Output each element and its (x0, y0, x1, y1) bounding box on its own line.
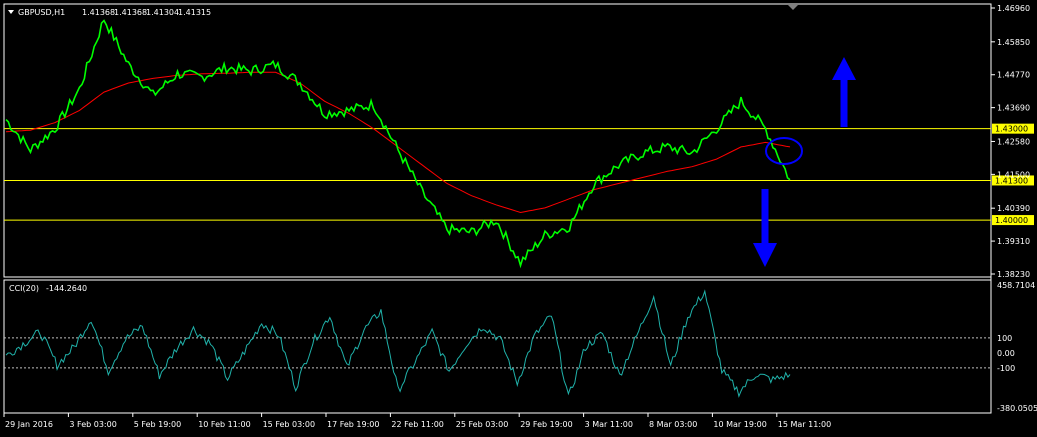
time-tick-label-4: 15 Feb 03:00 (263, 420, 315, 429)
time-tick-label-9: 3 Mar 11:00 (585, 420, 633, 429)
time-tick-label-3: 10 Feb 11:00 (198, 420, 250, 429)
cci-tick-label-0: 458.7104 (997, 281, 1035, 290)
price-tick-label-4: 1.42580 (997, 137, 1030, 146)
price-tick-label-6: 1.40390 (997, 204, 1030, 213)
price-tick-label-3: 1.43690 (997, 104, 1030, 113)
cci-tick-label-2: 0.00 (997, 349, 1015, 358)
time-tick-label-0: 29 Jan 2016 (5, 420, 53, 429)
price-tick-label-2: 1.44770 (997, 71, 1030, 80)
price-tick-label-0: 1.46960 (997, 4, 1030, 13)
chart-menu-arrow-icon[interactable] (8, 10, 14, 14)
price-tick-label-8: 1.38230 (997, 270, 1030, 279)
up-arrow-icon (832, 57, 856, 80)
cci-axis: 458.7104 100 0.00 -100 -380.0505 (997, 281, 1037, 413)
cci-chart-frame (3, 279, 992, 414)
moving-average-line (5, 71, 791, 214)
time-axis: 29 Jan 2016 3 Feb 03:00 5 Feb 19:00 10 Feb … (3, 413, 831, 429)
cci-tick-label-3: -100 (997, 364, 1015, 373)
down-arrow-icon (753, 243, 777, 267)
ohlc-low: 1.41304 (146, 8, 179, 17)
moving-average-path (5, 71, 791, 214)
cci-label: CCI(20) (9, 284, 39, 293)
cci-path (5, 289, 791, 398)
price-axis: 1.430001.413001.400001.469601.458501.447… (991, 4, 1034, 279)
price-line (5, 19, 791, 269)
scroll-shift-marker-icon[interactable] (788, 5, 798, 10)
highlight-circle (765, 137, 803, 165)
level-tag-text-0: 1.43000 (995, 125, 1028, 134)
price-tick-label-1: 1.45850 (997, 38, 1030, 47)
ohlc-high: 1.41368 (114, 8, 147, 17)
cci-tick-label-1: 100 (997, 334, 1012, 343)
ohlc-open: 1.41368 (82, 8, 115, 17)
price-tick-label-7: 1.39310 (997, 237, 1030, 246)
price-path (5, 19, 791, 269)
chart-svg: 1.430001.413001.400001.469601.458501.447… (3, 3, 1037, 429)
main-chart-frame (3, 3, 992, 278)
time-tick-label-6: 22 Feb 11:00 (391, 420, 443, 429)
cci-tick-label-4: -380.0505 (997, 404, 1037, 413)
time-tick-label-5: 17 Feb 19:00 (327, 420, 379, 429)
time-tick-label-2: 5 Feb 19:00 (134, 420, 181, 429)
time-tick-label-12: 15 Mar 11:00 (778, 420, 831, 429)
symbol-label: GBPUSD,H1 (18, 8, 65, 17)
time-tick-label-8: 29 Feb 19:00 (520, 420, 572, 429)
time-tick-label-11: 10 Mar 19:00 (713, 420, 766, 429)
time-tick-label-1: 3 Feb 03:00 (69, 420, 116, 429)
time-tick-label-10: 8 Mar 03:00 (649, 420, 697, 429)
ohlc-close: 1.41315 (178, 8, 211, 17)
cci-value: -144.2640 (46, 284, 87, 293)
horizontal-levels (4, 128, 991, 221)
level-tag-text-2: 1.40000 (995, 216, 1028, 225)
time-tick-label-7: 25 Feb 03:00 (456, 420, 508, 429)
price-tick-label-5: 1.41500 (997, 170, 1030, 179)
cci-line (5, 289, 791, 398)
